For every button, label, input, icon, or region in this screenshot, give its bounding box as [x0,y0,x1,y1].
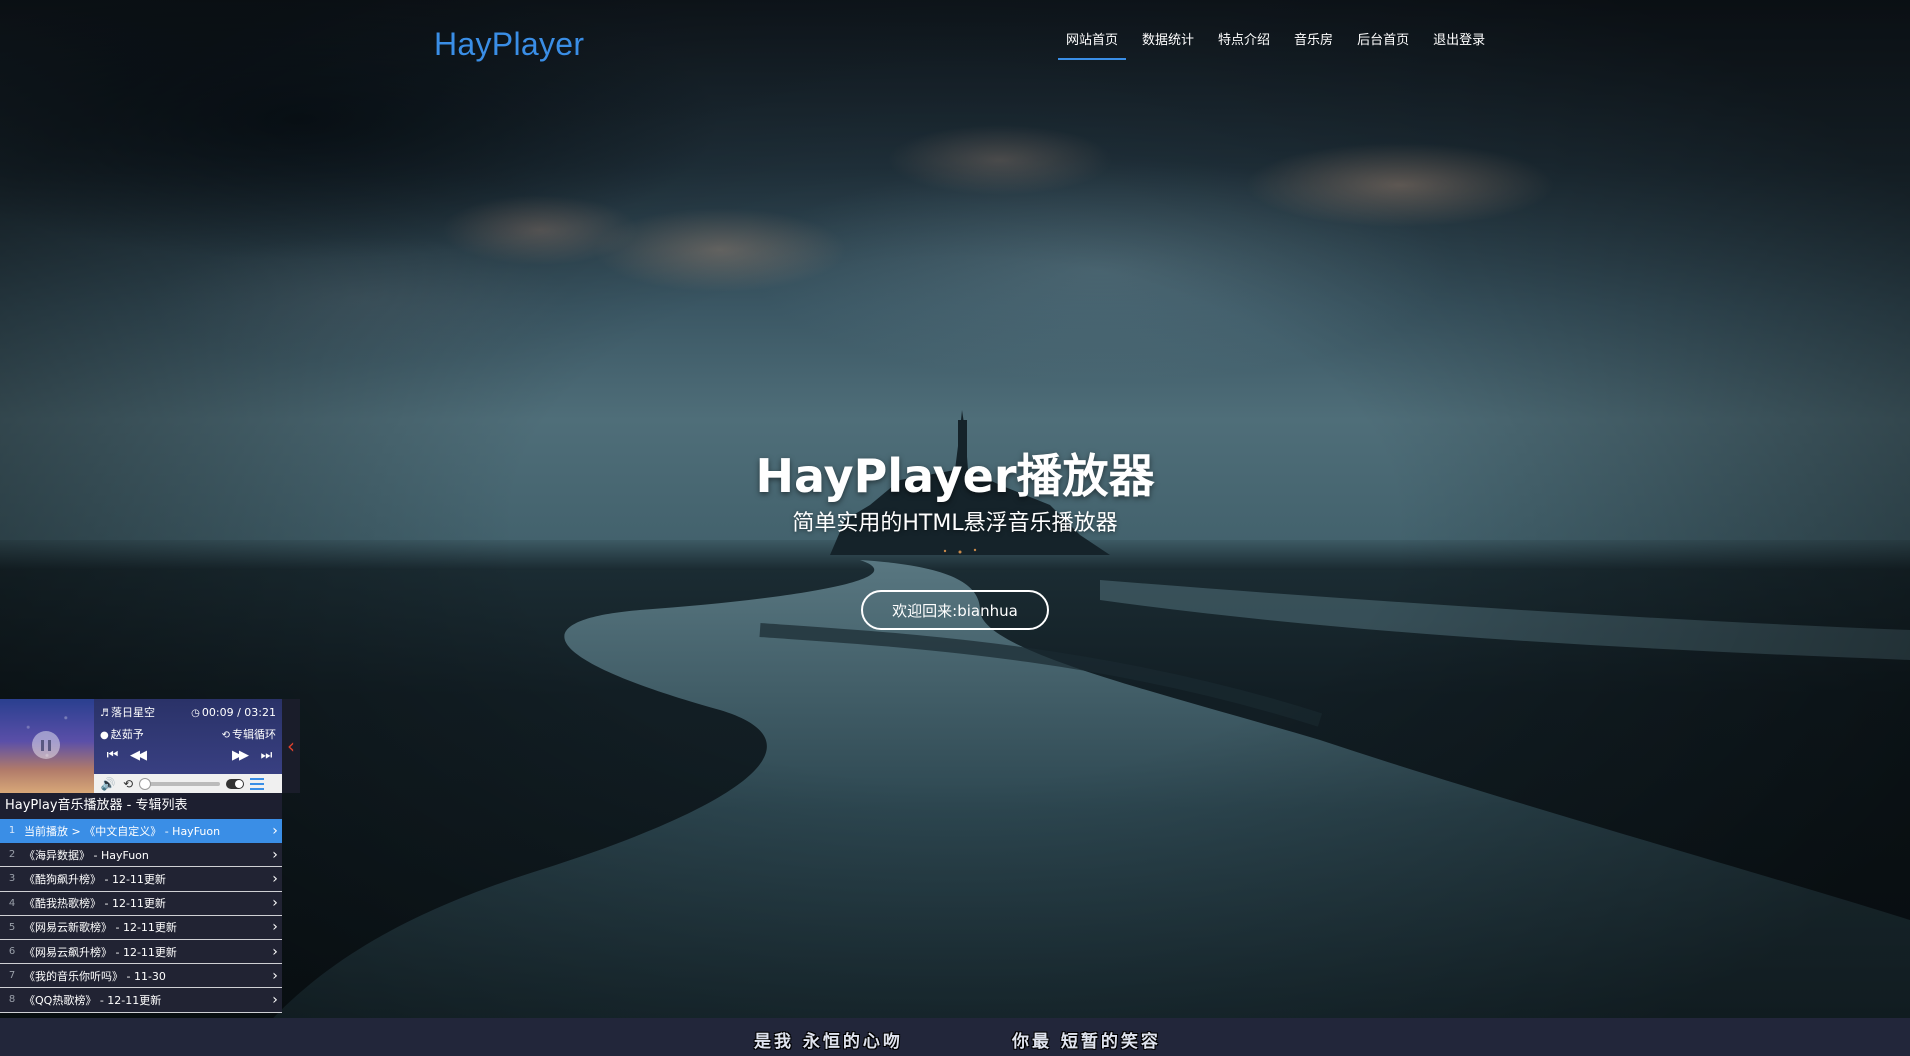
item-label: 《海异数据》 - HayFuon [24,848,149,862]
play-time: ◷ 00:09 / 03:21 [191,706,276,719]
loop-icon[interactable]: ⟲ [118,777,138,791]
nav-item-stats[interactable]: 数据统计 [1134,32,1202,60]
mode-label: 专辑循环 [232,728,276,741]
album-cover[interactable] [0,699,94,793]
list-item[interactable]: 1 当前播放 > 《中文自定义》 - HayFuon › [0,819,282,844]
item-number: 6 [8,946,16,958]
chevron-right-icon: › [272,919,278,936]
artist: ● 赵茹予 [100,726,144,742]
playlist-title: HayPlay音乐播放器 - 专辑列表 [0,793,282,819]
song-title: ♬ 落日星空 [100,704,155,720]
item-number: 1 [8,825,16,837]
chevron-right-icon: › [272,967,278,984]
chevron-right-icon: › [272,822,278,839]
transport-controls: ⏮ ◀◀ ▶▶ ⏭ [98,746,278,764]
first-track-icon[interactable]: ⏮ [98,746,124,764]
chevron-right-icon: › [272,895,278,912]
lyric-toggle[interactable] [226,778,244,789]
list-item[interactable]: 5 《网易云新歌榜》 - 12-11更新 › [0,915,282,940]
welcome-button[interactable]: 欢迎回来:bianhua [861,590,1049,630]
item-label: 《网易云新歌榜》 - 12-11更新 [24,921,177,935]
item-label: 《QQ热歌榜》 - 12-11更新 [24,993,162,1007]
volume-icon[interactable]: 🔊 [98,777,118,791]
chevron-right-icon: › [272,846,278,863]
clock-icon: ◷ [191,707,200,719]
item-number: 5 [8,921,16,933]
time-readout: 00:09 / 03:21 [201,705,276,719]
site-logo[interactable]: HayPlayer [434,26,584,63]
top-nav: 网站首页 数据统计 特点介绍 音乐房 后台首页 退出登录 [1058,32,1501,60]
song-name: 落日星空 [110,706,155,719]
lyric-line-next: 你最 短暂的笑容 [1012,1032,1161,1052]
item-label: 《我的音乐你听吗》 - 11-30 [24,969,166,983]
item-label: 《网易云飙升榜》 - 12-11更新 [24,945,177,959]
volume-slider[interactable] [139,777,220,790]
item-number: 7 [8,970,16,982]
playlist-menu-icon[interactable] [250,777,264,790]
nav-item-features[interactable]: 特点介绍 [1210,32,1278,60]
rewind-icon[interactable]: ◀◀ [124,746,150,764]
play-mode[interactable]: ⟲ 专辑循环 [222,726,276,742]
player-info: ♬ 落日星空 ◷ 00:09 / 03:21 ● 赵茹予 ⟲ 专辑循环 ⏮ ◀◀ ▶▶ … [94,699,282,793]
item-label: 《酷狗飙升榜》 - 12-11更新 [24,872,166,886]
item-label: 当前播放 > 《中文自定义》 - HayFuon [24,824,221,838]
last-track-icon[interactable]: ⏭ [252,746,278,764]
list-item[interactable]: 4 《酷我热歌榜》 - 12-11更新 › [0,891,282,916]
item-label: 《酷我热歌榜》 - 12-11更新 [24,897,166,911]
list-item[interactable]: 3 《酷狗飙升榜》 - 12-11更新 › [0,867,282,892]
nav-item-home[interactable]: 网站首页 [1058,32,1127,60]
nav-item-music-room[interactable]: 音乐房 [1286,32,1341,60]
item-number: 8 [8,994,16,1006]
repeat-icon: ⟲ [221,730,230,741]
item-number: 3 [8,873,16,885]
item-number: 2 [8,849,16,861]
chevron-right-icon: › [272,870,278,887]
lyric-line-current: 是我 永恒的心吻 [754,1032,903,1052]
hero-title: HayPlayer播放器 [755,449,1155,503]
player-bottom-bar: 🔊 ⟲ [94,774,282,793]
chevron-right-icon: › [272,991,278,1008]
hero-subtitle: 简单实用的HTML悬浮音乐播放器 [792,511,1118,536]
list-item[interactable]: 8 《QQ热歌榜》 - 12-11更新 › [0,988,282,1013]
music-player: ♬ 落日星空 ◷ 00:09 / 03:21 ● 赵茹予 ⟲ 专辑循环 ⏮ ◀◀ ▶▶ … [0,699,300,793]
nav-item-admin[interactable]: 后台首页 [1349,32,1417,60]
fast-forward-icon[interactable]: ▶▶ [226,746,252,764]
chevron-right-icon: › [272,943,278,960]
item-number: 4 [8,897,16,909]
music-note-icon: ♬ [100,708,109,719]
list-item[interactable]: 7 《我的音乐你听吗》 - 11-30 › [0,964,282,989]
list-item[interactable]: 6 《网易云飙升榜》 - 12-11更新 › [0,939,282,965]
album-playlist: HayPlay音乐播放器 - 专辑列表 1 当前播放 > 《中文自定义》 - H… [0,793,282,1013]
user-icon: ● [100,730,109,741]
artist-name: 赵茹予 [110,728,144,741]
pause-icon[interactable] [32,731,60,759]
nav-item-logout[interactable]: 退出登录 [1425,32,1493,60]
collapse-chevron-icon[interactable]: ‹ [282,699,300,793]
list-item[interactable]: 2 《海异数据》 - HayFuon › [0,843,282,868]
lyric-bar: 是我 永恒的心吻 你最 短暂的笑容 [0,1018,1910,1056]
